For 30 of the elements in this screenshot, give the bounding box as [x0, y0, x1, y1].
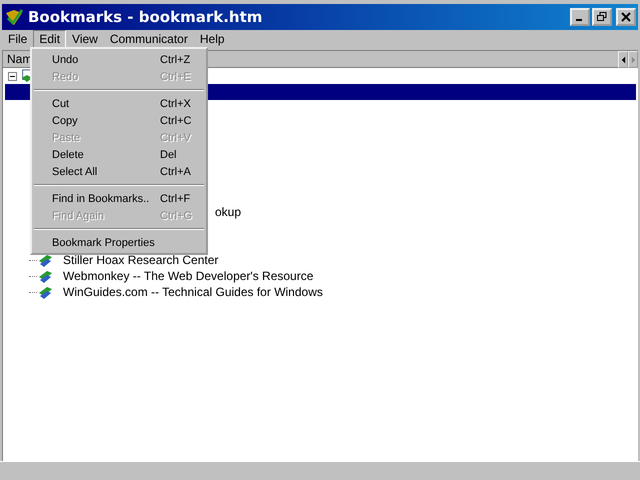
menu-item[interactable]: Communicator [104, 30, 194, 48]
bookmark-label[interactable]: Webmonkey -- The Web Developer's Resource [63, 269, 314, 283]
expand-toggle[interactable] [8, 72, 17, 80]
menu-option[interactable]: Delete Del [32, 146, 206, 163]
menu-item[interactable]: File [2, 30, 34, 48]
right-arrow-icon [630, 56, 636, 64]
restore-button[interactable] [592, 8, 612, 26]
close-icon [621, 12, 631, 22]
bookmark-label[interactable]: okup [215, 205, 242, 219]
restore-icon [597, 12, 607, 22]
menu-option[interactable]: Undo Ctrl+Z [32, 51, 206, 68]
minimize-button[interactable] [570, 8, 590, 26]
menu-item[interactable]: Help [194, 30, 231, 48]
menu-option[interactable]: Find in Bookmarks.. Ctrl+F [32, 190, 206, 207]
book-icon [4, 7, 24, 27]
menu-option[interactable]: Bookmark Properties [32, 234, 206, 251]
window-title: Bookmarks - bookmark.htm [28, 8, 262, 26]
close-button[interactable] [616, 8, 636, 26]
menu-option[interactable]: Select All Ctrl+A [32, 163, 206, 180]
bookmark-label[interactable]: WinGuides.com -- Technical Guides for Windows [63, 285, 323, 299]
bookmark-icon [37, 268, 53, 284]
menu-option[interactable]: Cut Ctrl+X [32, 95, 206, 112]
menu-item[interactable]: View [66, 30, 104, 48]
bookmark-label[interactable]: Stiller Hoax Research Center [63, 253, 218, 267]
minimize-icon [576, 19, 582, 21]
bookmark-icon [37, 252, 53, 268]
left-arrow-icon [620, 56, 626, 64]
scroll-left-button[interactable] [618, 51, 628, 68]
menu-option[interactable]: Copy Ctrl+C [32, 112, 206, 129]
bookmark-icon [37, 284, 53, 300]
